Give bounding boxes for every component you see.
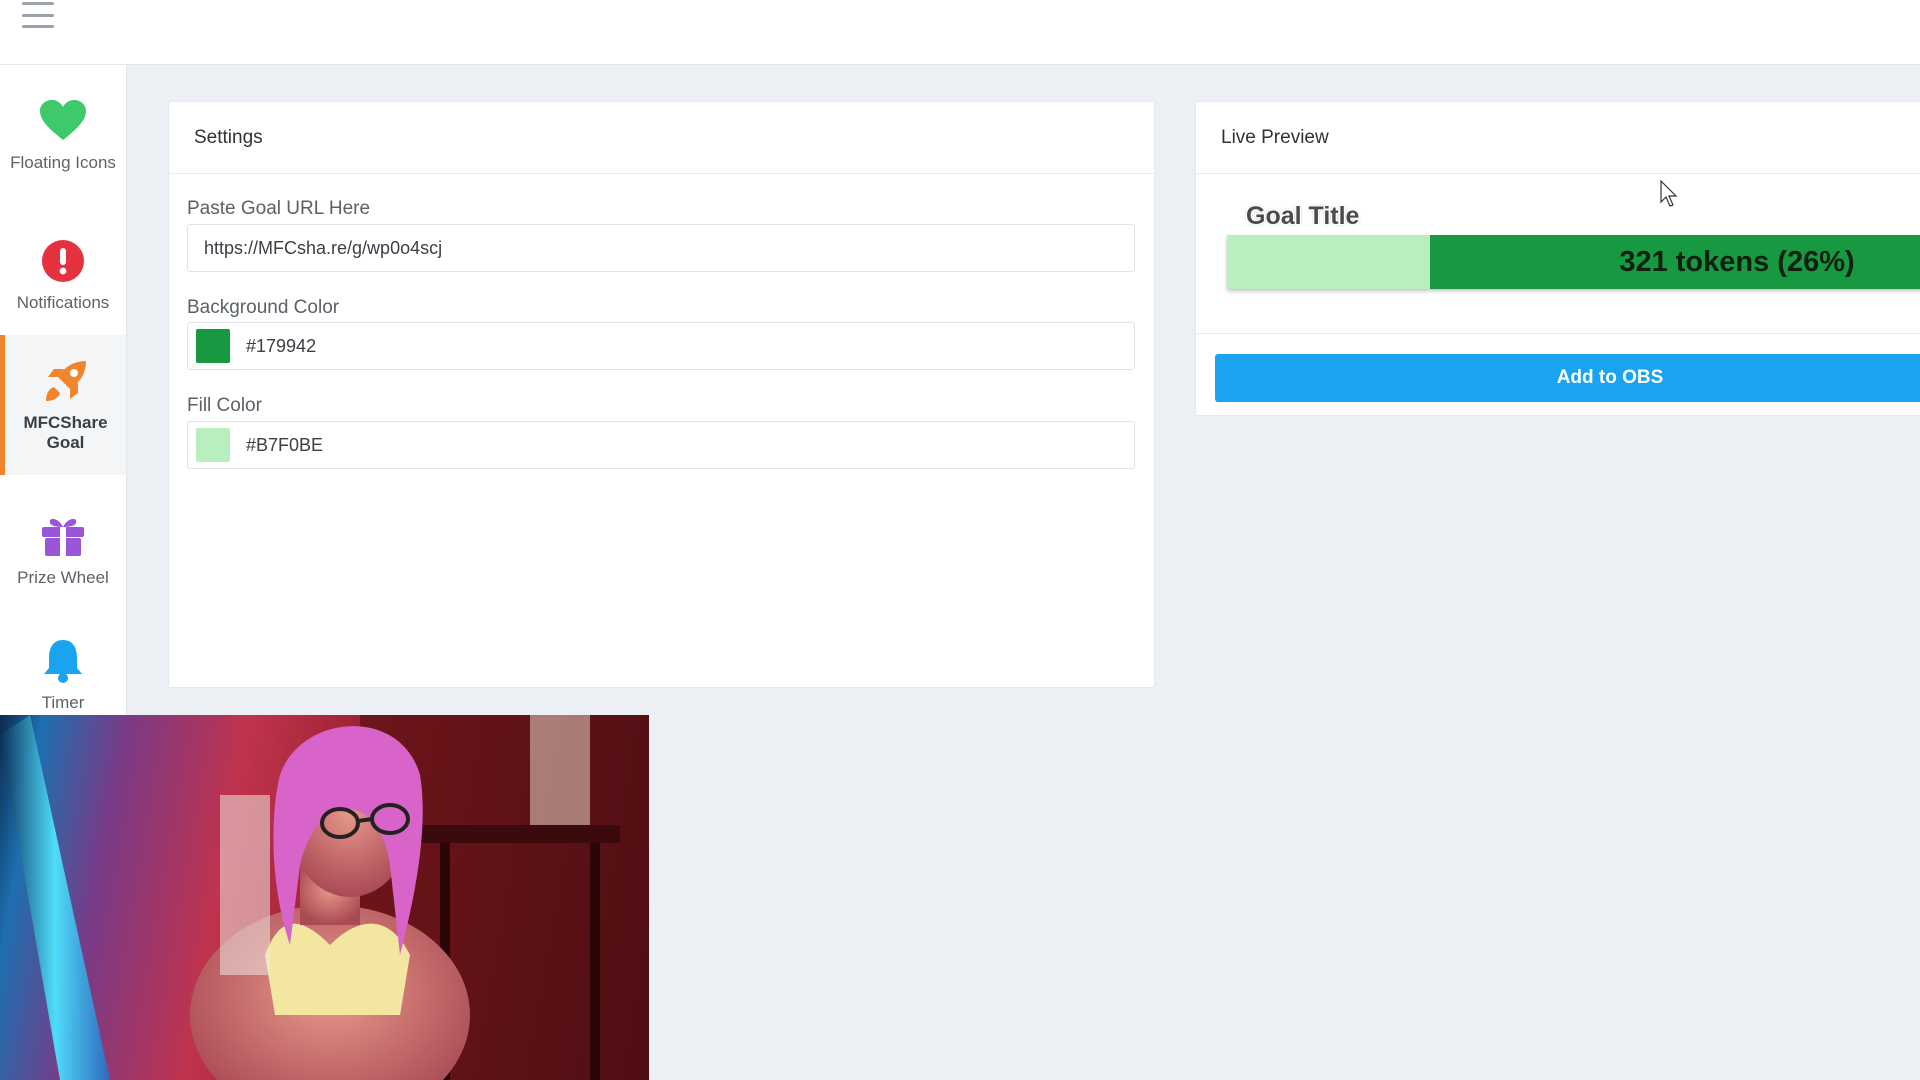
- bell-icon: [39, 637, 87, 685]
- background-color-input[interactable]: #179942: [187, 322, 1135, 370]
- goal-progress-fill: [1227, 235, 1430, 289]
- sidebar-item-label: Prize Wheel: [17, 568, 109, 587]
- sidebar-item-notifications[interactable]: Notifications: [0, 205, 126, 345]
- fill-color-label: Fill Color: [187, 395, 262, 416]
- sidebar-item-prize-wheel[interactable]: Prize Wheel: [0, 480, 126, 620]
- sidebar-item-mfcshare-goal[interactable]: MFCShare Goal: [0, 335, 126, 475]
- add-to-obs-button[interactable]: Add to OBS: [1215, 354, 1920, 402]
- divider: [1196, 333, 1920, 334]
- top-bar: [0, 0, 1920, 65]
- settings-title: Settings: [169, 102, 1154, 174]
- goal-url-label: Paste Goal URL Here: [187, 198, 371, 219]
- goal-title: Goal Title: [1246, 202, 1360, 230]
- goal-url-input[interactable]: https://MFCsha.re/g/wp0o4scj: [187, 224, 1135, 272]
- live-preview-title: Live Preview: [1196, 102, 1920, 174]
- heart-icon: [39, 97, 87, 145]
- fill-color-swatch[interactable]: [196, 428, 230, 462]
- goal-progress-bar: 321 tokens (26%): [1227, 235, 1920, 289]
- sidebar-item-label: Notifications: [16, 293, 110, 312]
- mouse-cursor-icon: [1660, 180, 1678, 207]
- fill-color-input[interactable]: #B7F0BE: [187, 421, 1135, 469]
- rocket-icon: [42, 357, 90, 405]
- goal-url-value: https://MFCsha.re/g/wp0o4scj: [204, 237, 443, 258]
- sidebar: Floating Icons Notifications MFCShare Go…: [0, 65, 127, 715]
- goal-progress-text: 321 tokens (26%): [1619, 245, 1855, 278]
- sidebar-item-label: Floating Icons: [10, 153, 116, 172]
- alert-icon: [39, 237, 87, 285]
- webcam-image: [0, 715, 649, 1080]
- settings-card: Settings Paste Goal URL Here https://MFC…: [168, 101, 1155, 688]
- background-color-value: #179942: [246, 335, 317, 356]
- sidebar-item-floating-icons[interactable]: Floating Icons: [0, 65, 126, 205]
- fill-color-value: #B7F0BE: [246, 434, 324, 455]
- background-color-label: Background Color: [187, 297, 340, 318]
- sidebar-item-label: MFCShare Goal: [23, 413, 108, 452]
- background-color-swatch[interactable]: [196, 329, 230, 363]
- live-preview-card: Live Preview Goal Title 321 tokens (26%)…: [1195, 101, 1920, 416]
- gift-icon: [39, 512, 87, 560]
- sidebar-item-label: Timer: [41, 693, 85, 712]
- webcam-overlay: [0, 715, 649, 1080]
- hamburger-menu-icon[interactable]: [22, 2, 54, 28]
